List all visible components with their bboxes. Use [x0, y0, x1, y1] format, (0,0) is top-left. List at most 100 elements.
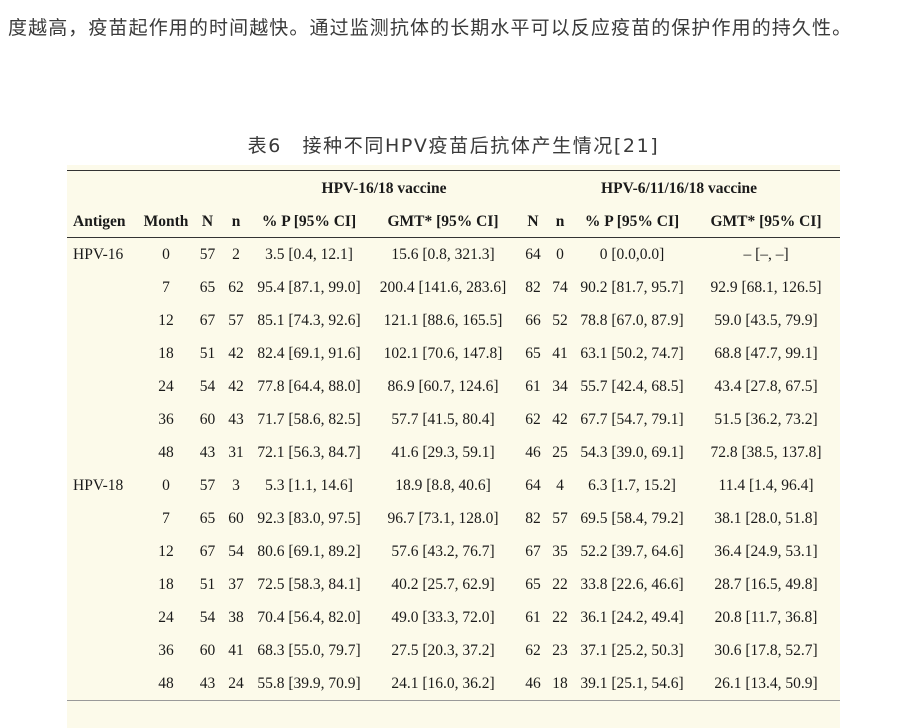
table-cell: 70.4 [56.4, 82.0] [257, 608, 361, 626]
table-cell: 52.2 [39.7, 64.6] [580, 542, 684, 560]
table-cell: 31 [228, 443, 244, 461]
table-cell [67, 634, 139, 667]
antibody-table: HPV-16/18 vaccine HPV-6/11/16/18 vaccine… [67, 170, 841, 701]
table-cell [67, 271, 139, 304]
table-cell: 51 [199, 344, 216, 362]
group-header-hpv-16-18: HPV-16/18 vaccine [250, 170, 519, 207]
table-cell [67, 337, 139, 370]
table-cell: 65 [199, 278, 216, 296]
table-cell: 102.1 [70.6, 147.8] [383, 344, 503, 362]
table-cell: 5.3 [1.1, 14.6] [265, 476, 353, 494]
table-cell: 37.1 [25.2, 50.3] [580, 641, 684, 659]
table-cell: 85.1 [74.3, 92.6] [257, 311, 361, 329]
table-cell: 90.2 [81.7, 95.7] [580, 278, 684, 296]
table-cell [67, 436, 139, 469]
table-cell [67, 667, 139, 701]
table-cell: 37 [228, 575, 244, 593]
table-cell: 200.4 [141.6, 283.6] [379, 278, 507, 296]
table-caption: 表6 接种不同HPV疫苗后抗体产生情况[21] [247, 135, 660, 157]
table-cell: 39.1 [25.1, 54.6] [572, 667, 693, 701]
table-cell: 40.2 [25.7, 62.9] [391, 575, 495, 593]
table-cell: 46 [518, 667, 549, 701]
table-cell [67, 370, 139, 403]
table-cell: 54.3 [39.0, 69.1] [580, 443, 684, 461]
table-cell: 24 [158, 377, 174, 395]
table-row: 18 51 37 72.5 [58.3, 84.1] 40.2 [25.7, 62.9]… [67, 568, 840, 601]
column-header: GMT* [95% CI] [692, 207, 841, 238]
table-cell: 57 [228, 311, 244, 329]
table-row: HPV-18 0 57 3 5.3 [1.1, 14.6] 18.9 [8.8, 40.6… [67, 469, 840, 502]
table-cell: HPV-16 [73, 245, 124, 263]
table-cell: 49.0 [33.3, 72.0] [391, 608, 495, 626]
table-cell: 52 [552, 311, 568, 329]
table-cell: 54 [199, 608, 216, 626]
table-cell: 4 [556, 476, 564, 494]
column-header: % P [95% CI] [250, 207, 368, 238]
table-cell: 0 [162, 476, 170, 494]
table-row: 12 67 57 85.1 [74.3, 92.6] 121.1 [88.6, 165.… [67, 304, 840, 337]
table-cell: 82.4 [69.1, 91.6] [257, 344, 361, 362]
table-cell: 33.8 [22.6, 46.6] [580, 575, 684, 593]
table-cell: 0 [556, 245, 564, 263]
table-row: 7 65 60 92.3 [83.0, 97.5] 96.7 [73.1, 128.0]… [67, 502, 840, 535]
table-cell: 43 [193, 667, 222, 701]
table-cell: 68.3 [55.0, 79.7] [257, 641, 361, 659]
table-row: 18 51 42 82.4 [69.1, 91.6] 102.1 [70.6, 147.… [67, 337, 840, 370]
table-cell: 78.8 [67.0, 87.9] [580, 311, 684, 329]
table-cell: 67 [199, 311, 216, 329]
table-cell: 65 [199, 509, 216, 527]
table-cell: 54 [228, 542, 244, 560]
table-cell: 64 [525, 476, 541, 494]
table-row: 24 54 38 70.4 [56.4, 82.0] 49.0 [33.3, 72.0]… [67, 601, 840, 634]
table-cell: 18 [548, 667, 573, 701]
table-cell: 36 [158, 641, 174, 659]
table-cell: 15.6 [0.8, 321.3] [391, 245, 495, 263]
table-cell: 23 [552, 641, 568, 659]
table-cell: 69.5 [58.4, 79.2] [580, 509, 684, 527]
table-cell: 18.9 [8.8, 40.6] [395, 476, 491, 494]
table-cell: 22 [552, 575, 568, 593]
table-cell: 61 [525, 377, 541, 395]
table-cell: 61 [525, 608, 541, 626]
table-row: 24 54 42 77.8 [64.4, 88.0] 86.9 [60.7, 124.6… [67, 370, 840, 403]
column-header: n [222, 207, 250, 238]
table-cell: 22 [552, 608, 568, 626]
table-container: HPV-16/18 vaccine HPV-6/11/16/18 vaccine… [67, 165, 841, 728]
table-cell: 0 [0.0,0.0] [599, 245, 665, 263]
table-cell: 36.4 [24.9, 53.1] [714, 542, 818, 560]
table-cell: 95.4 [87.1, 99.0] [257, 278, 361, 296]
table-cell: 38 [228, 608, 244, 626]
column-header: GMT* [95% CI] [368, 207, 519, 238]
table-cell: 82 [525, 278, 541, 296]
table-cell: 25 [552, 443, 568, 461]
table-cell: 42 [228, 344, 244, 362]
table-cell: 26.1 [13.4, 50.9] [692, 667, 841, 701]
table-cell: 121.1 [88.6, 165.5] [383, 311, 503, 329]
table-cell: 57 [199, 476, 216, 494]
table-cell: 72.1 [56.3, 84.7] [257, 443, 361, 461]
table-cell [67, 304, 139, 337]
table-cell: 35 [552, 542, 568, 560]
table-cell [67, 568, 139, 601]
table-cell: 72.5 [58.3, 84.1] [257, 575, 361, 593]
table-cell: 92.9 [68.1, 126.5] [710, 278, 822, 296]
table-cell [67, 535, 139, 568]
table-cell: 46 [525, 443, 541, 461]
table-body: HPV-16 0 57 2 3.5 [0.4, 12.1] 15.6 [0.8, 321.… [67, 238, 841, 701]
column-header-row: Antigen Month N n % P [95% CI] GMT* [95%… [67, 207, 841, 238]
table-row: 48 43 24 55.8 [39.9, 70.9] 24.1 [16.0, 36.2]… [67, 667, 841, 701]
table-cell: 60 [199, 410, 216, 428]
table-row: 36 60 43 71.7 [58.6, 82.5] 57.7 [41.5, 80.4]… [67, 403, 840, 436]
table-cell: 42 [228, 377, 244, 395]
table-cell: 86.9 [60.7, 124.6] [387, 377, 499, 395]
table-cell: 48 [158, 443, 174, 461]
table-cell: 59.0 [43.5, 79.9] [714, 311, 818, 329]
table-cell: 57 [199, 245, 216, 263]
table-cell: 43.4 [27.8, 67.5] [714, 377, 818, 395]
body-paragraph: 度越高，疫苗起作用的时间越快。通过监测抗体的长期水平可以反应疫苗的保护作用的持久… [8, 17, 853, 39]
table-cell: 55.8 [39.9, 70.9] [250, 667, 368, 701]
table-cell: 60 [228, 509, 244, 527]
table-cell: 55.7 [42.4, 68.5] [580, 377, 684, 395]
table-cell: 62 [228, 278, 244, 296]
table-cell: 67 [199, 542, 216, 560]
